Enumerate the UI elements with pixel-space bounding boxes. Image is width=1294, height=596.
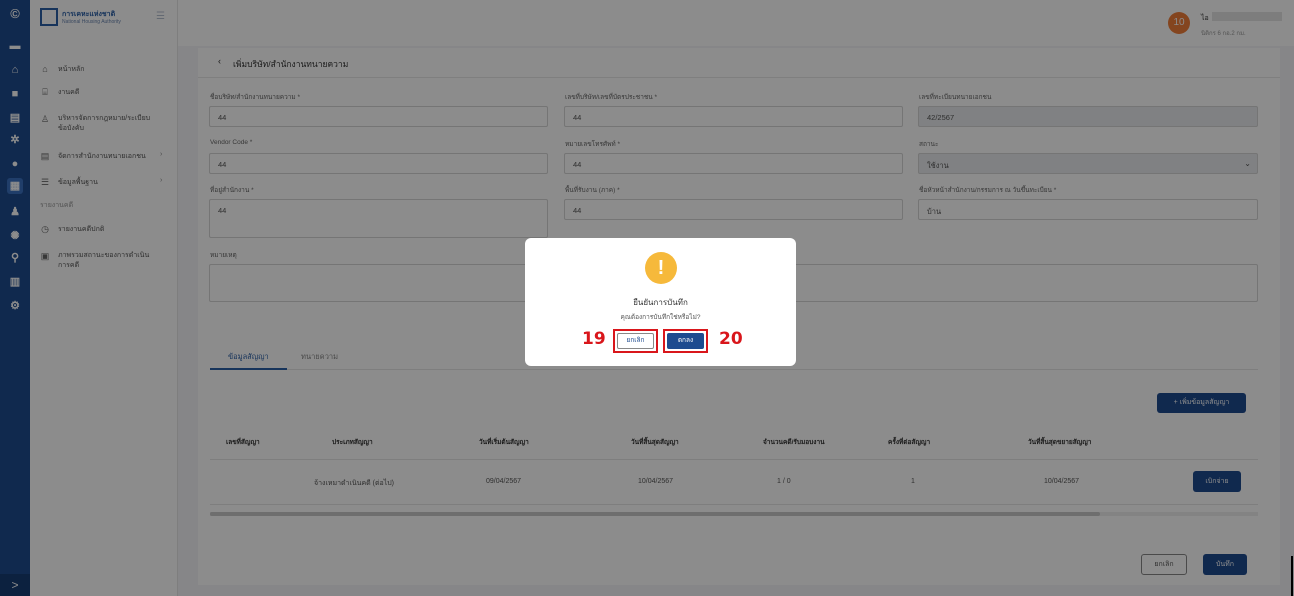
dialog-ok-highlight: ตกลง [663, 329, 708, 353]
dialog-message: คุณต้องการบันทึกใช่หรือไม่? [620, 314, 701, 321]
dialog-cancel-button[interactable]: ยกเลิก [617, 333, 654, 349]
marker-20: 20 [719, 329, 743, 349]
dialog-ok-button[interactable]: ตกลง [667, 333, 704, 349]
confirm-dialog: ! ยืนยันการบันทึก คุณต้องการบันทึกใช่หรื… [525, 238, 796, 366]
dialog-cancel-highlight: ยกเลิก [613, 329, 658, 353]
exclamation-icon: ! [645, 252, 677, 284]
dialog-title: ยืนยันการบันทึก [633, 298, 688, 307]
marker-19: 19 [582, 329, 606, 349]
window-edge [1291, 556, 1293, 596]
